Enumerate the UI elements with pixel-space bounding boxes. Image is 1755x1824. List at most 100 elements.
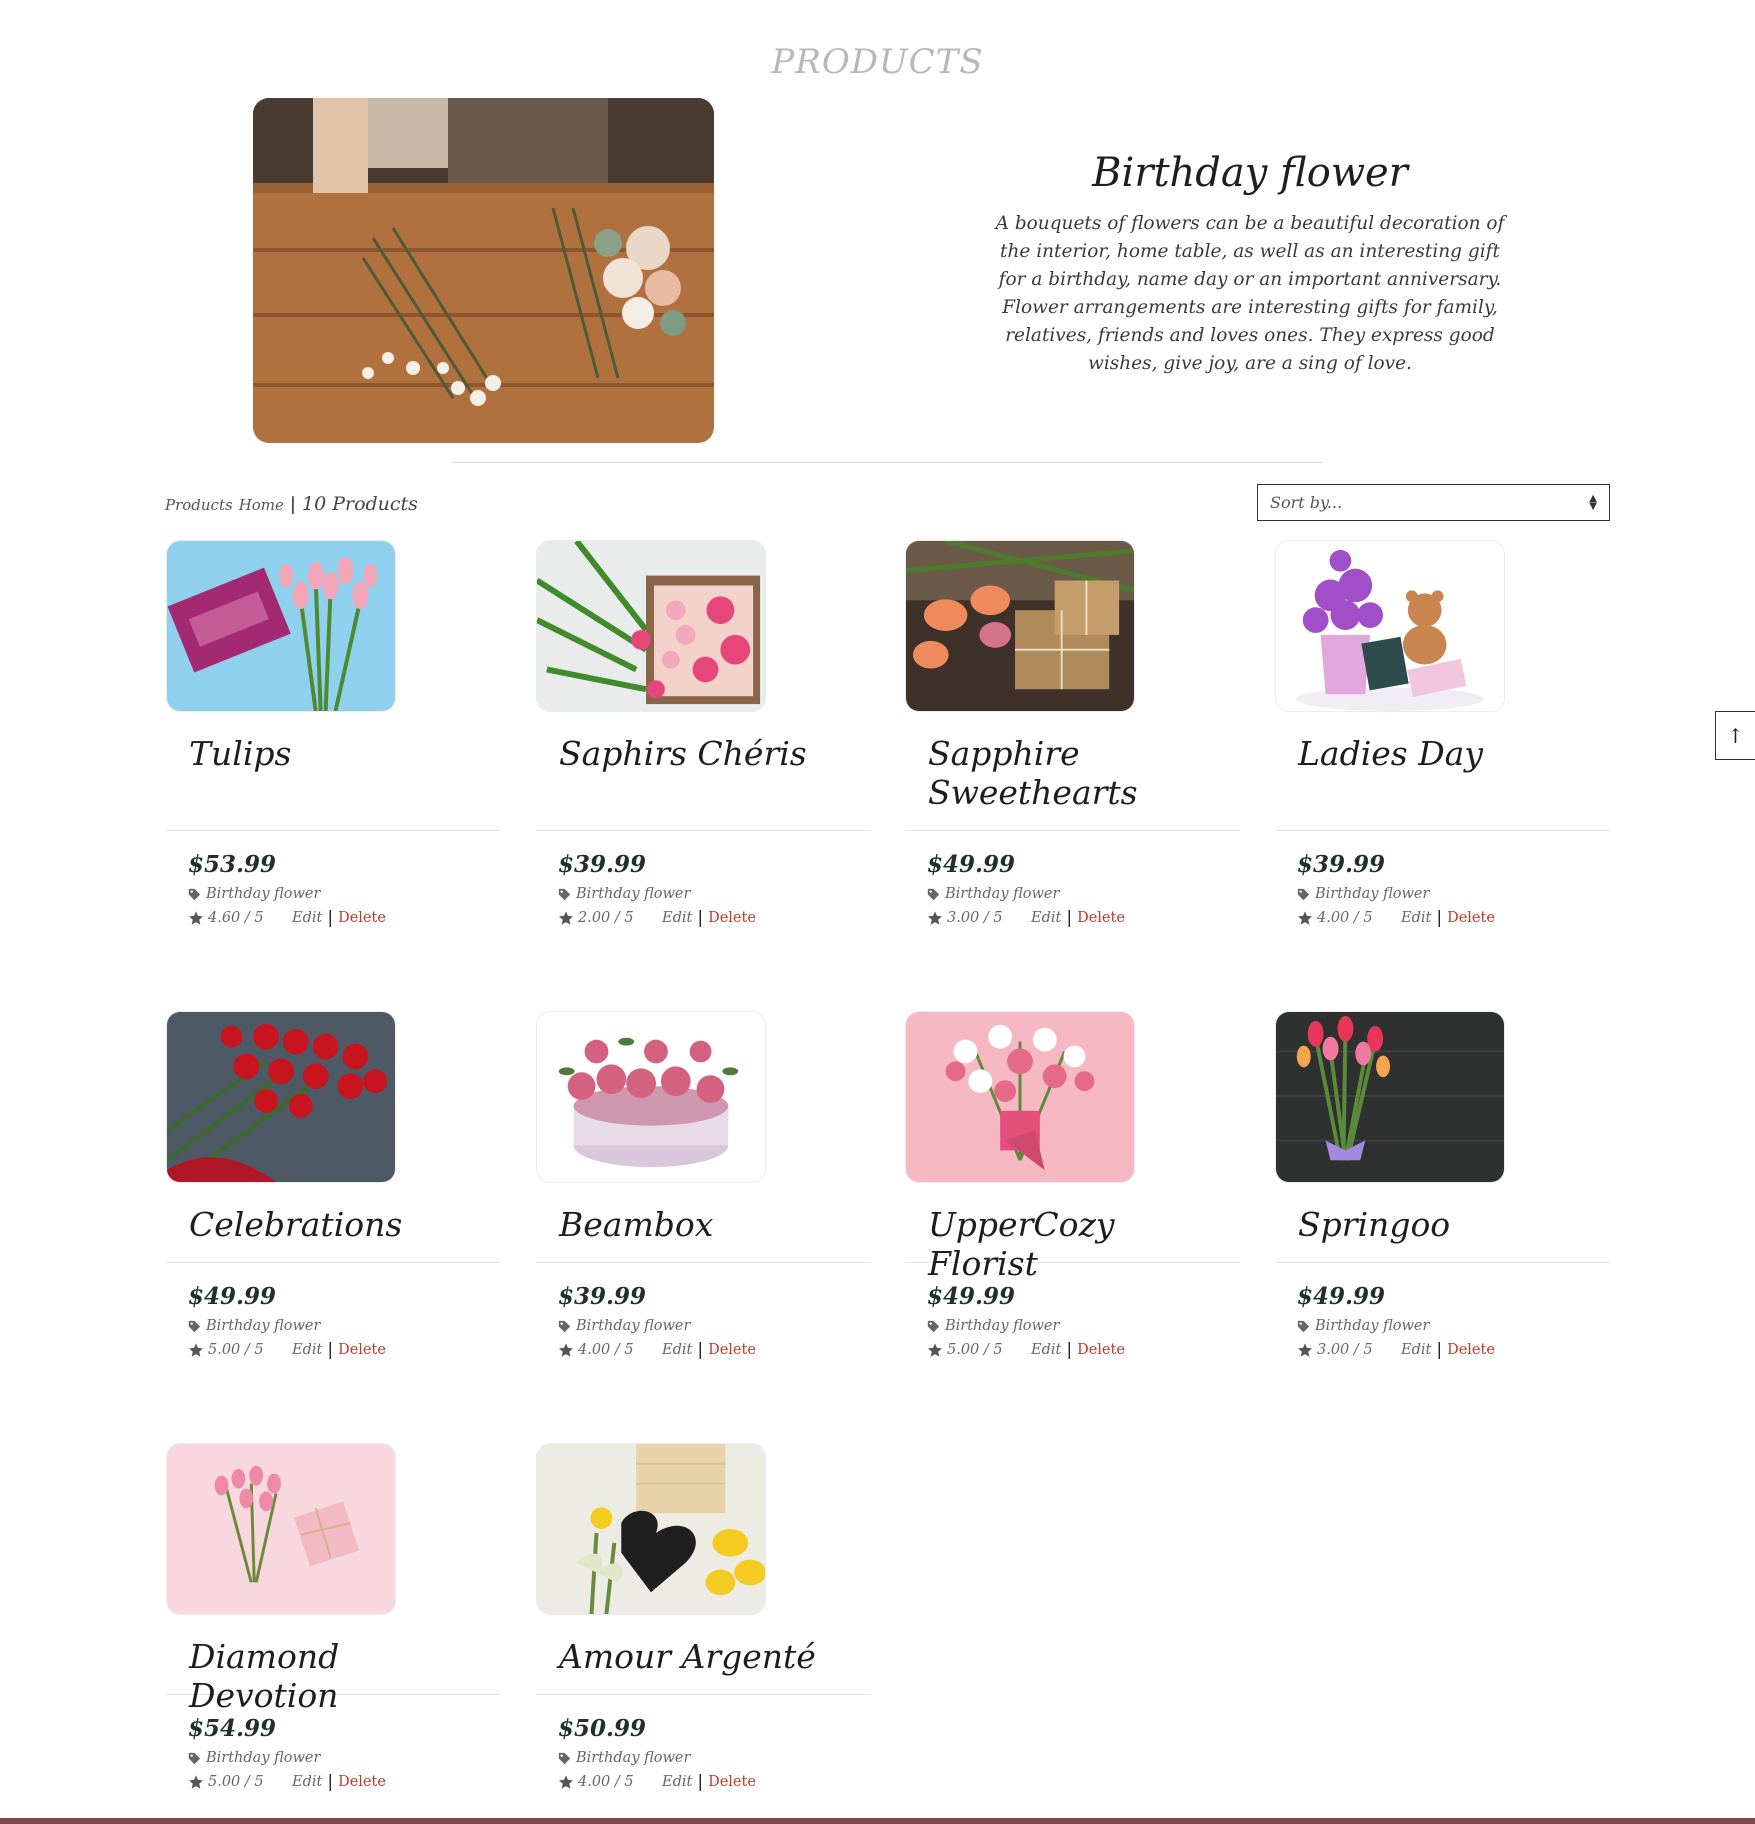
star-icon [189,1775,203,1789]
category-label: Birthday flower [945,886,1060,902]
edit-link[interactable]: Edit [662,1774,692,1790]
product-price: $54.99 [188,1715,277,1742]
category-label: Birthday flower [576,886,691,902]
category-label: Birthday flower [1315,886,1430,902]
star-icon [928,911,942,925]
star-icon [559,1343,573,1357]
product-name[interactable]: Diamond Devotion [189,1637,489,1715]
product-category: Birthday flower [558,1318,871,1334]
tag-icon [1297,888,1310,900]
tag-icon [558,1320,571,1332]
category-label: Birthday flower [1315,1318,1430,1334]
action-separator: | [327,1340,334,1360]
edit-link[interactable]: Edit [1401,910,1431,926]
product-rating: 2.00 / 5 [578,910,634,926]
delete-link[interactable]: Delete [708,1342,756,1358]
product-image[interactable] [536,1011,766,1183]
product-rating: 4.00 / 5 [578,1774,634,1790]
product-name[interactable]: Tulips [189,734,489,830]
edit-link[interactable]: Edit [292,1342,322,1358]
product-name[interactable]: Ladies Day [1298,734,1598,830]
star-icon [189,1343,203,1357]
product-card: Springoo $49.99 Birthday flower 3.00 / 5… [1275,1011,1610,1360]
delete-link[interactable]: Delete [708,910,756,926]
product-card: Celebrations $49.99 Birthday flower 5.00… [166,1011,501,1360]
action-separator: | [697,1772,704,1792]
edit-link[interactable]: Edit [1031,1342,1061,1358]
edit-link[interactable]: Edit [292,910,322,926]
delete-link[interactable]: Delete [338,910,386,926]
breadcrumb-home[interactable]: Home [239,496,284,514]
category-label: Birthday flower [206,1318,321,1334]
scroll-top-button[interactable]: ↑ [1715,711,1755,760]
product-image[interactable] [905,540,1135,712]
star-icon [1298,911,1312,925]
hero-description: A bouquets of flowers can be a beautiful… [995,213,1505,374]
delete-link[interactable]: Delete [1447,1342,1495,1358]
edit-link[interactable]: Edit [1031,910,1061,926]
product-card: Sapphire Sweethearts $49.99 Birthday flo… [905,540,1240,928]
sort-select[interactable]: Sort by... ▲ ▼ [1257,484,1610,521]
edit-link[interactable]: Edit [1401,1342,1431,1358]
product-category: Birthday flower [558,1750,871,1766]
product-rating: 4.00 / 5 [1317,910,1373,926]
product-price: $50.99 [558,1715,647,1742]
delete-link[interactable]: Delete [338,1342,386,1358]
tag-icon [558,888,571,900]
product-price: $39.99 [1297,851,1386,878]
edit-link[interactable]: Edit [662,1342,692,1358]
product-name[interactable]: Beambox [559,1205,859,1262]
product-name[interactable]: UpperCozy Florist [928,1205,1228,1283]
breadcrumb: Products Home | 10 Products [165,493,418,515]
tag-icon [188,888,201,900]
delete-link[interactable]: Delete [1077,910,1125,926]
delete-link[interactable]: Delete [708,1774,756,1790]
product-card: UpperCozy Florist $49.99 Birthday flower… [905,1011,1240,1360]
star-icon [559,911,573,925]
product-price: $49.99 [188,1283,277,1310]
product-price: $49.99 [1297,1283,1386,1310]
delete-link[interactable]: Delete [338,1774,386,1790]
delete-link[interactable]: Delete [1447,910,1495,926]
star-icon [559,1775,573,1789]
action-separator: | [697,908,704,928]
product-category: Birthday flower [1297,1318,1610,1334]
product-price: $53.99 [188,851,277,878]
delete-link[interactable]: Delete [1077,1342,1125,1358]
product-image[interactable] [166,1443,396,1615]
sort-label: Sort by... [1270,493,1343,512]
product-rating: 4.60 / 5 [208,910,264,926]
product-image[interactable] [536,540,766,712]
product-price: $49.99 [927,851,1016,878]
product-image[interactable] [536,1443,766,1615]
edit-link[interactable]: Edit [292,1774,322,1790]
breadcrumb-separator: | [289,494,296,515]
product-name[interactable]: Amour Argenté [559,1637,859,1694]
category-label: Birthday flower [206,886,321,902]
product-image[interactable] [166,1011,396,1183]
product-name[interactable]: Celebrations [189,1205,489,1262]
product-image[interactable] [1275,540,1505,712]
product-name[interactable]: Saphirs Chéris [559,734,859,830]
section-divider [452,462,1322,463]
product-image[interactable] [905,1011,1135,1183]
product-image[interactable] [166,540,396,712]
product-price: $49.99 [927,1283,1016,1310]
product-name[interactable]: Springoo [1298,1205,1598,1262]
product-image[interactable] [1275,1011,1505,1183]
action-separator: | [327,908,334,928]
tag-icon [927,888,940,900]
edit-link[interactable]: Edit [662,910,692,926]
star-icon [928,1343,942,1357]
product-rating: 4.00 / 5 [578,1342,634,1358]
product-rating: 3.00 / 5 [947,910,1003,926]
product-name[interactable]: Sapphire Sweethearts [928,734,1228,830]
tag-icon [188,1320,201,1332]
product-rating: 5.00 / 5 [947,1342,1003,1358]
product-price: $39.99 [558,851,647,878]
product-category: Birthday flower [188,1750,501,1766]
breadcrumb-products[interactable]: Products [165,496,233,514]
action-separator: | [327,1772,334,1792]
hero-image [253,98,714,443]
tag-icon [927,1320,940,1332]
